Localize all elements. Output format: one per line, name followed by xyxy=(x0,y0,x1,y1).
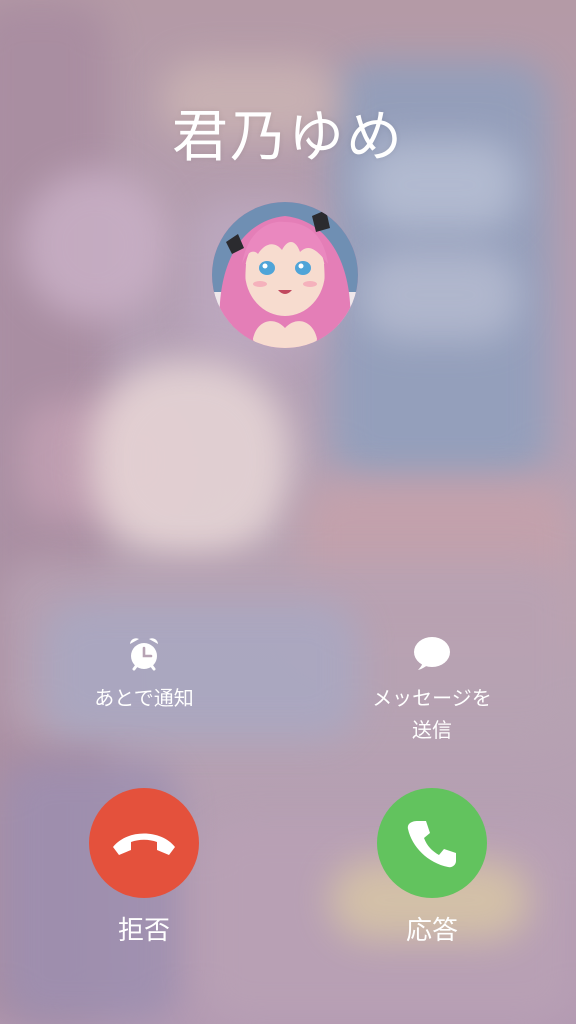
accept-button[interactable] xyxy=(377,788,487,898)
phone-icon xyxy=(407,821,456,868)
remind-me-later-button[interactable]: あとで通知 xyxy=(54,634,234,714)
caller-name: 君乃ゆめ xyxy=(172,105,404,170)
message-label-line2: 送信 xyxy=(412,718,452,742)
decline-button[interactable] xyxy=(89,788,199,898)
message-label-line1: メッセージを xyxy=(372,686,492,710)
remind-label: あとで通知 xyxy=(94,686,194,710)
alarm-clock-icon xyxy=(130,638,158,671)
caller-avatar xyxy=(212,202,358,348)
phone-down-icon xyxy=(113,833,175,855)
decline-label: 拒否 xyxy=(117,916,170,946)
accept-label: 応答 xyxy=(405,916,458,946)
send-message-button[interactable]: メッセージを 送信 xyxy=(342,634,522,746)
speech-bubble-icon xyxy=(414,637,450,670)
